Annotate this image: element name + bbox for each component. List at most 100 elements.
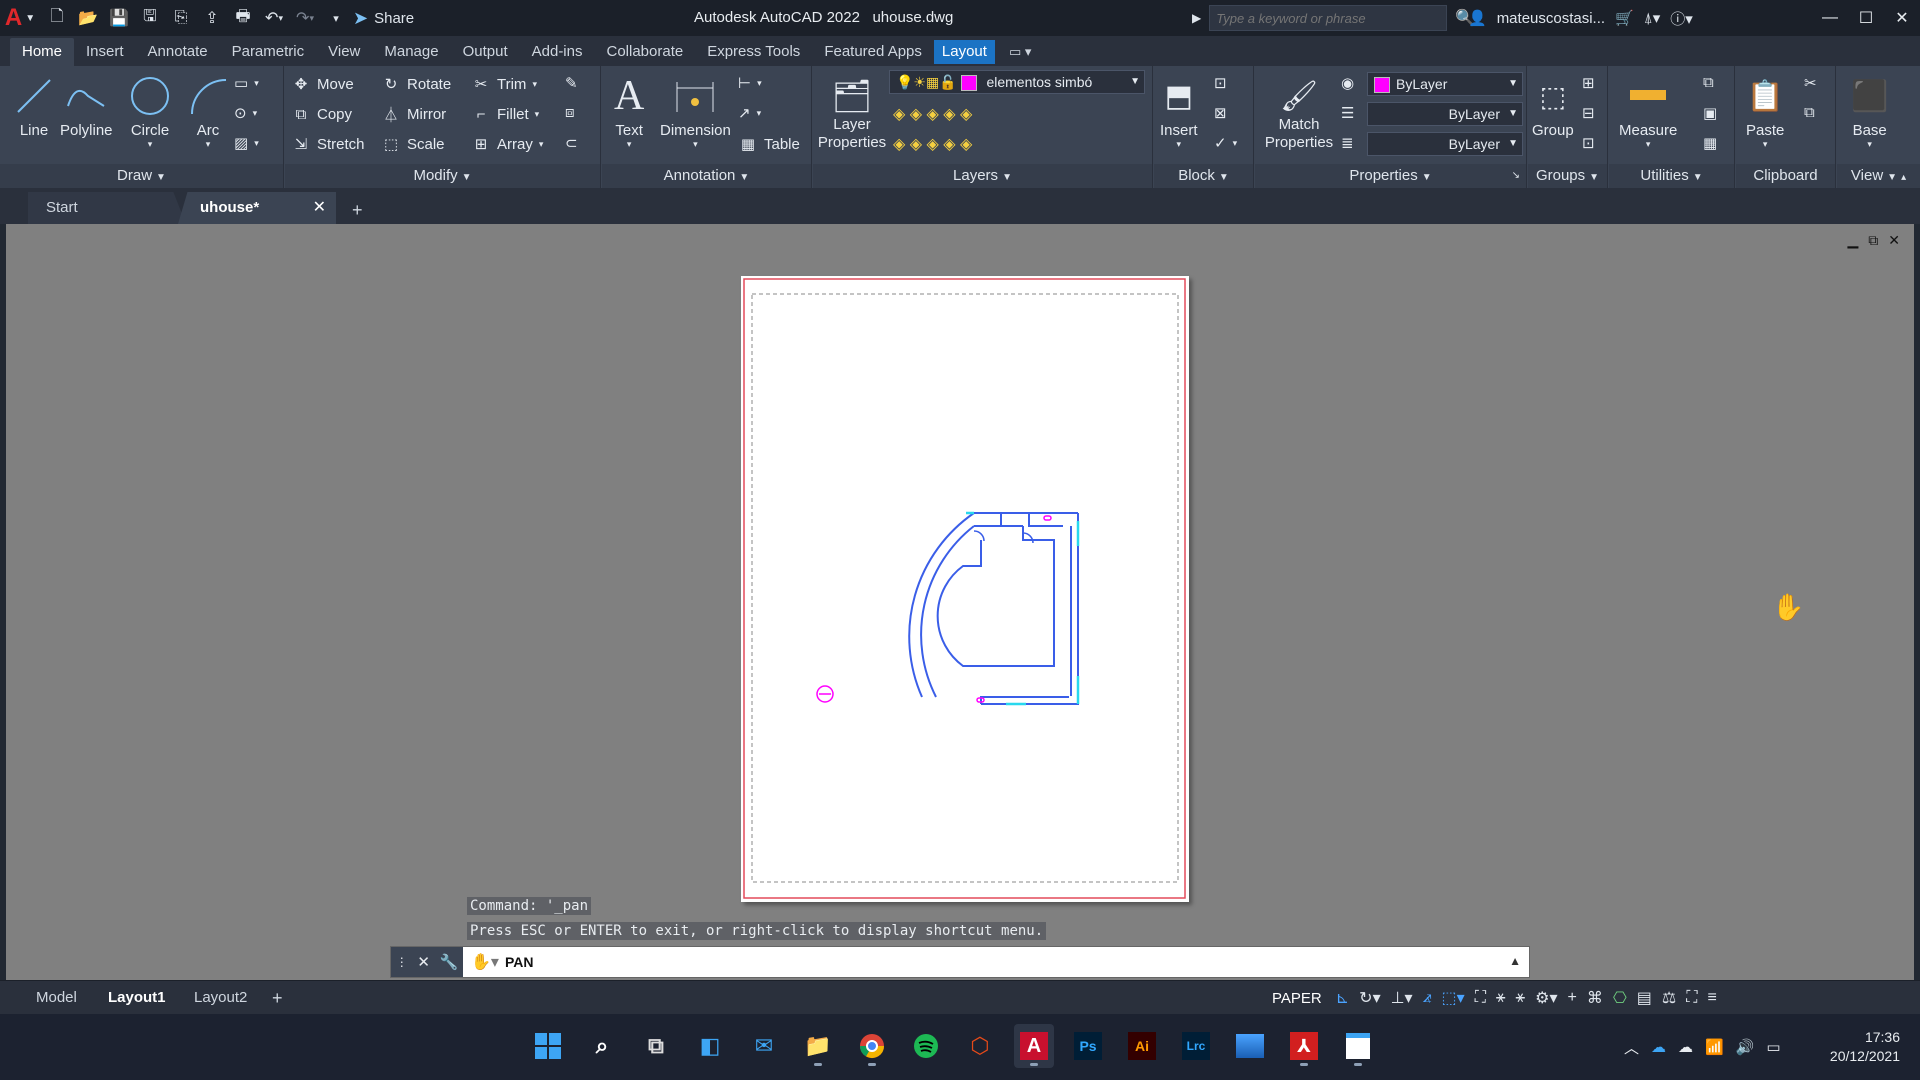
customize-dropdown-icon[interactable]: ▾ [325,7,347,29]
new-icon[interactable]: 🗋 [46,7,68,29]
autocad-logo-icon[interactable]: A ▼ [0,0,40,36]
tab-add-ins[interactable]: Add-ins [520,38,595,66]
grip-icon[interactable]: ⋮ [396,955,408,969]
photoshop-icon[interactable]: Ps [1068,1024,1108,1068]
user-icon[interactable]: 👤 [1468,9,1487,27]
clock[interactable]: 17:36 20/12/2021 [1830,1028,1900,1066]
office-icon[interactable]: ⬡ [960,1024,1000,1068]
plus-icon[interactable]: + [1567,989,1576,1007]
rotate-button[interactable]: ↻ Rotate [381,74,452,94]
tab-featured-apps[interactable]: Featured Apps [812,38,934,66]
line-button[interactable]: Line [14,70,54,139]
scale-button[interactable]: ⬚ Scale [381,134,445,154]
autocad-taskbar-icon[interactable]: A [1014,1024,1054,1068]
tab-layout[interactable]: Layout [933,40,995,64]
arc-button[interactable]: Arc ▾ [186,70,230,150]
quick-select-icon[interactable]: ⧉ [1703,74,1714,91]
autodesk-app-icon[interactable]: ⍋▾ [1644,9,1661,27]
dimension-button[interactable]: Dimension ▾ [660,70,731,150]
open-icon[interactable]: 📂 [77,7,99,29]
help-icon[interactable]: ⓘ▾ [1670,8,1693,29]
ribbon-minimize-icon[interactable]: ▭ ▾ [1009,38,1031,66]
tab-uhouse[interactable]: uhouse* ✕ [178,192,336,224]
groups-panel-title[interactable]: Groups ▼ [1528,164,1607,188]
viewport-close-icon[interactable]: ✕ [1888,232,1900,249]
layers-panel-title[interactable]: Layers ▼ [813,164,1152,188]
color-wheel-icon[interactable]: ◉ [1341,74,1354,92]
match-properties-button[interactable]: 🖌 Match Properties [1259,70,1339,152]
save-as-icon[interactable]: 🖫 [139,7,161,29]
layer-tools-row-1[interactable]: ◈ ◈ ◈ ◈ ◈ [893,104,972,124]
rectangle-icon[interactable]: ▭ ▾ [234,74,259,92]
save-web-icon[interactable]: ⇪ [201,7,223,29]
create-block-icon[interactable]: ⊡ [1214,74,1227,92]
table-button[interactable]: ▦ Table [738,134,800,154]
annotation-visibility-icon[interactable]: ⚹ [1496,989,1506,1007]
snap-grid-icon[interactable]: ⊾ [1336,988,1349,1008]
command-history-toggle-icon[interactable]: ▲ [1509,954,1521,968]
auto-scale-icon[interactable]: ⚹ [1516,989,1526,1007]
modify-panel-title[interactable]: Modify ▼ [285,164,600,188]
mirror-button[interactable]: ⏃ Mirror [381,104,446,124]
tab-express-tools[interactable]: Express Tools [695,38,812,66]
isolate-icon[interactable]: ⌘ [1587,988,1603,1008]
new-tab-icon[interactable]: + [352,194,363,226]
array-button[interactable]: ⊞ Array ▾ [471,134,544,154]
annotation-panel-title[interactable]: Annotation ▼ [602,164,811,188]
tab-home[interactable]: Home [10,38,75,66]
tab-parametric[interactable]: Parametric [220,38,317,66]
undo-icon[interactable]: ↶ ▾ [263,7,285,29]
move-button[interactable]: ✥ Move [291,74,354,94]
stretch-button[interactable]: ⇲ Stretch [291,134,365,154]
tab-manage[interactable]: Manage [372,38,450,66]
tab-collaborate[interactable]: Collaborate [594,38,695,66]
units-icon[interactable]: ⚖ [1662,988,1676,1008]
drawing-canvas[interactable]: ▁ ⧉ ✕ ✋ Command: '_pan Press ESC or ENTE… [6,224,1914,980]
annotation-scale-icon[interactable]: ⛶ [1475,989,1486,1007]
cut-icon[interactable]: ✂ [1804,74,1817,92]
paper-sheet[interactable] [741,276,1189,902]
color-dropdown[interactable]: ByLayer ▼ [1367,72,1523,96]
group-select-icon[interactable]: ⊡ [1582,134,1595,152]
chrome-icon[interactable] [852,1024,892,1068]
lightroom-classic-icon[interactable]: Lrc [1176,1024,1216,1068]
fullscreen-icon[interactable]: ⛶ [1686,989,1697,1007]
cart-icon[interactable]: 🛒 [1615,9,1634,27]
customize-wrench-icon[interactable]: 🔧 [440,953,459,971]
properties-panel-title[interactable]: Properties ▼ ↘ [1255,164,1526,188]
object-snap-icon[interactable]: ⬚▾ [1442,988,1465,1008]
save-icon[interactable]: 💾 [108,7,130,29]
workspace-gear-icon[interactable]: ⚙▾ [1535,988,1557,1008]
redo-icon[interactable]: ↷ ▾ [294,7,316,29]
copy-clip-icon[interactable]: ⧉ [1804,104,1815,121]
layer-dropdown[interactable]: 💡☀▦🔓 elementos simbó ▼ [889,70,1145,94]
text-button[interactable]: A Text ▾ [614,70,644,150]
draw-panel-title[interactable]: Draw ▼ [0,164,283,188]
edit-block-icon[interactable]: ⊠ [1214,104,1227,122]
command-input[interactable]: PAN [505,954,534,970]
copy-button[interactable]: ⧉ Copy [291,104,352,124]
add-layout-icon[interactable]: + [272,985,283,1011]
task-view-icon[interactable]: ⧉ [636,1024,676,1068]
tab-output[interactable]: Output [451,38,520,66]
open-web-icon[interactable]: ⎘ [170,7,192,29]
viewport-restore-icon[interactable]: ⧉ [1868,232,1878,249]
offset-icon[interactable]: ⊂ [565,134,578,152]
gradient-icon[interactable]: ▨ ▾ [234,134,259,152]
hardware-acceleration-icon[interactable]: ⎔ [1613,988,1627,1008]
insert-button[interactable]: ⬒ Insert ▾ [1160,70,1198,150]
polyline-button[interactable]: Polyline [60,70,113,139]
ungroup-icon[interactable]: ⊞ [1582,74,1595,92]
explode-icon[interactable]: ⧈ [565,104,575,121]
onedrive-icon[interactable]: ☁ [1651,1038,1666,1056]
command-line[interactable]: ⋮ ✕ 🔧 ✋▾ PAN ▲ [390,946,1530,978]
search-input[interactable] [1209,5,1448,31]
wifi-icon[interactable]: 📶 [1705,1038,1724,1056]
search-taskbar-icon[interactable]: ⌕ [582,1024,622,1068]
object-snap-tracking-icon[interactable]: ⊥▾ [1391,988,1413,1008]
measure-button[interactable]: Measure ▾ [1619,70,1677,150]
tab-layout1[interactable]: Layout1 [108,985,166,1011]
utilities-panel-title[interactable]: Utilities ▼ [1609,164,1734,188]
file-explorer-icon[interactable]: 📁 [798,1024,838,1068]
spotify-icon[interactable] [906,1024,946,1068]
